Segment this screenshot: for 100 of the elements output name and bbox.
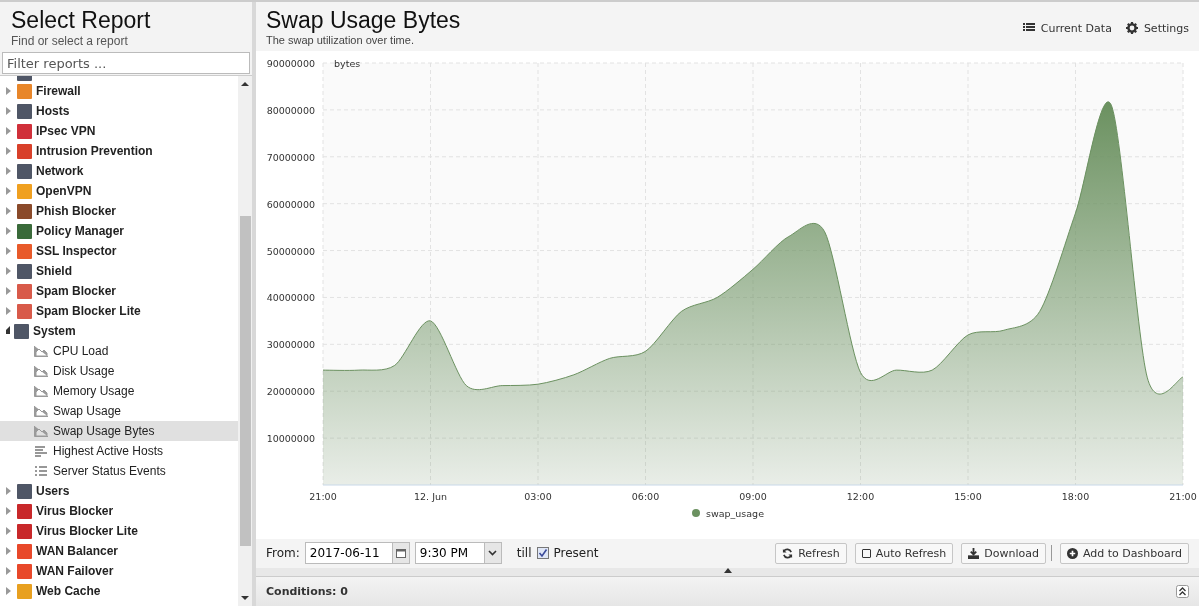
refresh-icon [782, 547, 794, 559]
report-title: Swap Usage Bytes [266, 6, 461, 34]
y-axis-label: 90000000 [266, 57, 315, 69]
add-icon [1067, 547, 1078, 559]
settings-icon [1125, 22, 1138, 34]
x-axis-label: 15:00 [954, 490, 982, 502]
expand-arrow-icon[interactable] [6, 267, 11, 275]
y-axis-label: 20000000 [266, 386, 315, 397]
expand-arrow-icon[interactable] [6, 187, 11, 195]
calendar-icon[interactable] [395, 548, 406, 559]
x-axis-label: 21:00 [309, 490, 337, 502]
expand-arrow-icon[interactable] [6, 567, 11, 575]
till-label: till [516, 546, 532, 561]
tree-item[interactable]: IPsec VPN [36, 124, 96, 138]
tree-item[interactable]: Phish Blocker [36, 204, 117, 218]
tree-item[interactable]: Virus Blocker Lite [36, 524, 138, 538]
splitter-arrow-icon[interactable] [723, 568, 732, 573]
present-label: Present [553, 546, 599, 561]
expand-arrow-icon[interactable] [6, 487, 11, 495]
expand-arrow-icon[interactable] [6, 307, 11, 315]
report-item[interactable]: CPU Load [0, 341, 238, 361]
add-to-dashboard-button[interactable]: Add to Dashboard [1060, 542, 1189, 564]
expand-arrow-icon[interactable] [6, 587, 11, 595]
expand-arrow-icon[interactable] [6, 547, 11, 555]
expand-arrow-icon[interactable] [6, 207, 11, 215]
x-axis-label: 03:00 [524, 490, 552, 502]
conditions-label: Conditions: 0 [266, 584, 348, 598]
y-axis-label: 60000000 [266, 198, 315, 210]
y-axis-title: bytes [334, 57, 361, 69]
tree-item[interactable]: Network [36, 164, 84, 178]
download-button[interactable]: Download [961, 542, 1046, 564]
settings-button[interactable]: Settings [1125, 20, 1189, 36]
expand-arrow-icon[interactable] [6, 127, 11, 135]
date-field[interactable]: 2017-06-11 [304, 542, 410, 565]
expand-arrow-icon[interactable] [6, 87, 11, 95]
dropdown-caret-icon[interactable] [488, 550, 498, 557]
y-axis-label: 10000000 [266, 432, 315, 444]
area-chart-icon [34, 405, 48, 417]
report-item[interactable]: Server Status Events [0, 461, 238, 481]
tree-item[interactable]: Virus Blocker [36, 504, 114, 518]
tree-item[interactable]: OpenVPN [36, 184, 92, 198]
refresh-button[interactable]: Refresh [775, 542, 847, 564]
auto-refresh-button[interactable]: Auto Refresh [854, 542, 954, 564]
area-chart-icon [34, 365, 48, 377]
y-axis-label: 80000000 [266, 104, 315, 116]
y-axis-label: 30000000 [266, 339, 315, 351]
tree-item[interactable]: Spam Blocker [36, 284, 117, 298]
expand-arrow-icon[interactable] [6, 247, 11, 255]
area-chart-icon [34, 345, 48, 357]
from-label: From: [266, 546, 300, 561]
x-axis-label: 12. Jun [414, 490, 447, 502]
y-axis-label: 40000000 [266, 292, 315, 304]
tree-item[interactable]: Shield [36, 264, 72, 278]
expand-arrow-icon[interactable] [6, 507, 11, 515]
collapse-arrow-icon[interactable] [6, 326, 10, 334]
panel-subtitle: Find or select a report [11, 34, 129, 48]
tree-item[interactable]: System [33, 324, 76, 338]
tree-item[interactable]: Web Cache [36, 584, 101, 598]
collapse-icon[interactable] [1176, 584, 1189, 598]
x-axis-label: 12:00 [846, 490, 875, 502]
x-axis-label: 18:00 [1061, 490, 1090, 502]
list-icon [1022, 23, 1035, 33]
y-axis-label: 50000000 [266, 245, 315, 257]
tree-item[interactable]: Firewall [36, 84, 81, 98]
x-axis-label: 09:00 [739, 490, 767, 502]
expand-arrow-icon[interactable] [6, 147, 11, 155]
tree-item[interactable]: WAN Failover [36, 564, 114, 578]
report-item[interactable]: Swap Usage [0, 401, 238, 421]
panel-title: Select Report [11, 6, 152, 34]
tree-item[interactable]: Policy Manager [36, 224, 125, 238]
tree-item[interactable]: Users [36, 484, 70, 498]
tree-item[interactable]: Intrusion Prevention [36, 144, 153, 158]
tree-item[interactable]: WAN Balancer [36, 544, 119, 558]
tree-item[interactable]: Hosts [36, 104, 70, 118]
bar-chart-icon [34, 445, 48, 457]
tree-item[interactable]: Spam Blocker Lite [36, 304, 141, 318]
report-item[interactable]: Disk Usage [0, 361, 238, 381]
list-icon [34, 465, 48, 477]
expand-arrow-icon[interactable] [6, 227, 11, 235]
y-axis-label: 70000000 [266, 151, 315, 163]
expand-arrow-icon[interactable] [6, 167, 11, 175]
time-field[interactable]: 9:30 PM [414, 542, 502, 565]
report-item[interactable]: Swap Usage Bytes [0, 421, 238, 441]
area-chart-icon [34, 425, 48, 437]
present-checkbox[interactable] [536, 547, 549, 560]
x-axis-label: 21:00 [1169, 490, 1197, 502]
report-item[interactable]: Highest Active Hosts [0, 441, 238, 461]
filter-field[interactable]: Filter reports ... [2, 52, 250, 74]
tree-item[interactable]: SSL Inspector [36, 244, 117, 258]
auto-refresh-checkbox[interactable] [861, 548, 871, 558]
expand-arrow-icon[interactable] [6, 287, 11, 295]
area-chart-icon [34, 385, 48, 397]
expand-arrow-icon[interactable] [6, 527, 11, 535]
scrollbar[interactable] [238, 76, 252, 606]
legend-label[interactable]: swap_usage [706, 507, 764, 519]
expand-arrow-icon[interactable] [6, 107, 11, 115]
download-icon [968, 547, 980, 559]
report-description: The swap utilization over time. [266, 34, 415, 46]
report-item[interactable]: Memory Usage [0, 381, 238, 401]
current-data-button[interactable]: Current Data [1022, 20, 1112, 36]
